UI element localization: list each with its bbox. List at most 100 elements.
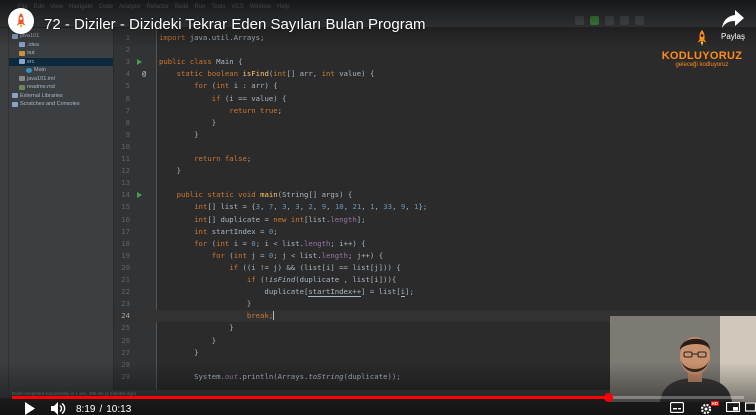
code-line[interactable]: 5 for (int i : arr) { [114,80,756,92]
file-md-icon [19,84,25,90]
player-controls: 8:19/10:13 HD [0,401,756,415]
code-text: int[] list = {3, 7, 3, 3, 2, 9, 10, 21, … [194,202,428,212]
code-line[interactable]: 22 duplicate[startIndex++] = list[i]; [114,286,756,298]
code-line[interactable]: 14 public static void main(String[] args… [114,189,756,201]
tool-window-strip [0,28,9,398]
progress-played [12,396,608,399]
code-text: if (!isFind(duplicate , list[i])){ [246,275,397,284]
theater-mode-icon[interactable] [745,402,756,412]
tree-item-label: Scratches and Consoles [20,101,80,107]
code-line[interactable]: 20 if ((i != j) && (list[i] == list[j]))… [114,262,756,274]
code-text: for (int j = 0; j < list.length; j++) { [211,250,384,260]
tree-item-label: src [27,58,35,65]
code-line[interactable]: 15 int[] list = {3, 7, 3, 3, 2, 9, 10, 2… [114,201,756,213]
tree-item-label: java101.iml [27,75,55,82]
code-line[interactable]: 10 [114,141,756,153]
code-line[interactable]: 12 } [114,165,756,177]
line-number: 8 [125,117,130,127]
progress-bar[interactable] [12,393,744,402]
line-number: 12 [121,166,130,176]
rocket-logo-icon [16,13,26,29]
code-text: if (i == value) { [211,93,287,103]
line-number: 26 [121,335,130,345]
brand-name: KODLUYORUZ [661,50,743,62]
tree-item[interactable]: out [9,49,113,58]
tree-item[interactable]: readme.md [9,83,113,92]
code-text: } [159,347,199,357]
code-text: for (int i : arr) { [194,81,278,91]
code-line[interactable]: 23 } [114,298,756,310]
file-iml-icon [19,76,25,82]
line-number: 5 [125,81,130,91]
tree-item-label: Main [34,67,46,73]
code-line[interactable]: 7 return true; [114,105,756,117]
play-icon[interactable] [24,402,36,415]
tree-item[interactable]: java101.iml [9,75,113,84]
volume-icon[interactable] [51,402,67,415]
channel-avatar[interactable] [8,8,34,34]
tree-item[interactable]: Main [9,66,113,75]
code-text: } [159,323,234,333]
code-line[interactable]: 13 [114,177,756,189]
subtitles-icon[interactable] [670,402,684,413]
run-gutter-icon[interactable] [137,192,142,199]
rocket-brand-icon [697,30,707,46]
line-number: 14 [121,190,130,200]
code-text: if ((i != j) && (list[i] == list[j])) { [229,262,401,272]
line-number: 9 [125,129,130,139]
brand-watermark: KODLUYORUZ geleceği kodluyoruz [652,30,752,78]
time-display: 8:19/10:13 [76,404,131,415]
code-text: } [159,299,252,309]
duration: 10:13 [106,404,132,415]
hd-badge: HD [710,401,719,406]
code-text: static boolean isFind(int[] arr, int val… [176,69,375,79]
brand-tagline: geleceği kodluyoruz [675,62,729,68]
code-line[interactable]: 17 int startIndex = 0; [114,226,756,238]
line-number: 20 [121,262,130,272]
code-text: return true; [229,105,283,115]
line-number: 18 [121,238,130,248]
usage-gutter-icon[interactable]: @ [142,68,148,78]
code-line[interactable]: 8 } [114,117,756,129]
line-number: 17 [121,226,130,236]
tree-item[interactable]: External Libraries [9,92,113,101]
run-gutter-icon[interactable] [137,59,142,66]
miniplayer-icon[interactable] [726,402,740,412]
file-java-icon [26,67,32,73]
code-line[interactable]: 16 int[] duplicate = new int[list.length… [114,214,756,226]
line-number: 11 [121,154,130,163]
tree-item[interactable]: Scratches and Consoles [9,100,113,109]
folder-orange-icon [19,50,25,56]
code-text: } [159,117,217,127]
line-number: 4 [125,69,130,79]
folder-icon [19,59,25,65]
line-number: 23 [121,299,130,309]
code-text: } [159,335,217,345]
line-number: 24 [121,311,130,321]
line-number: 6 [125,93,130,103]
code-line[interactable]: 6 if (i == value) { [114,93,756,105]
time-separator: / [99,404,103,415]
code-line[interactable]: 21 if (!isFind(duplicate , list[i])){ [114,274,756,286]
line-number: 13 [121,178,130,188]
code-text: public static void main(String[] args) { [176,190,353,200]
current-time: 8:19 [76,404,96,415]
line-number: 7 [125,105,130,115]
code-text: duplicate[startIndex++] = list[i]; [159,287,414,298]
code-line[interactable]: 19 for (int j = 0; j < list.length; j++)… [114,250,756,262]
line-number: 15 [121,202,130,212]
code-text: public class Main { [159,57,243,67]
code-line[interactable]: 18 for (int i = 0; i < list.length; i++)… [114,238,756,250]
folder-icon [12,101,18,107]
settings-button[interactable]: HD [700,401,719,415]
code-line[interactable]: 11 return false; [114,153,756,165]
tree-item-label: readme.md [27,84,55,90]
line-number: 3 [125,57,130,67]
tree-item[interactable]: src [9,57,113,66]
code-line[interactable]: 9 } [114,129,756,141]
tree-item-label: External Libraries [20,92,63,99]
video-title[interactable]: 72 - Diziler - Dizideki Tekrar Eden Sayı… [44,16,426,33]
scrubber-handle[interactable] [603,393,613,402]
line-number: 27 [121,347,130,357]
tree-item-label: out [27,50,35,56]
